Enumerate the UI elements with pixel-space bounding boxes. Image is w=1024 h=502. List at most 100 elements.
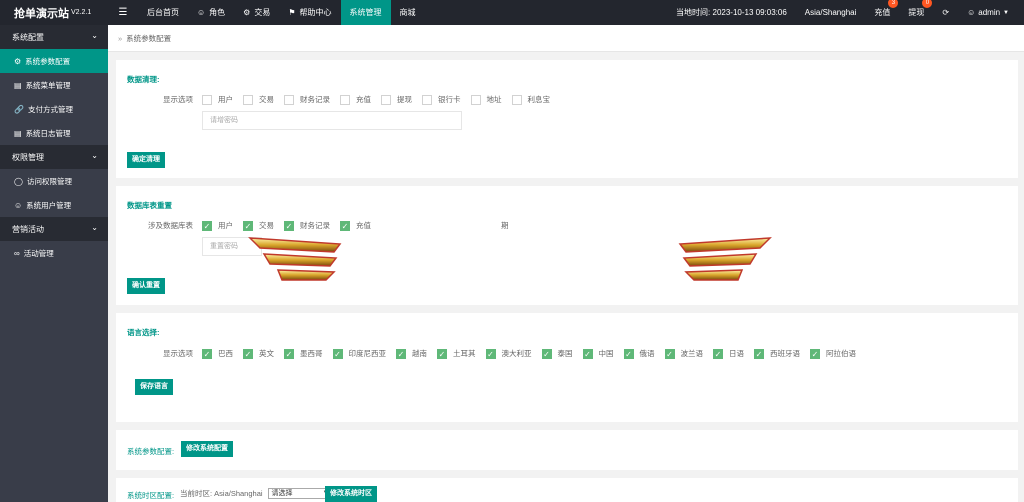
checkbox-lang-english[interactable]: ✓ 英文 (243, 348, 274, 359)
checkbox-checked: ✓ (437, 348, 447, 359)
breadcrumb-label: 系统参数配置 (126, 33, 172, 43)
checkbox-checked: ✓ (396, 348, 406, 359)
checkbox-label: 土耳其 (453, 349, 476, 358)
save-language-button[interactable]: 保存语言 (135, 379, 173, 395)
checkbox-withdraw[interactable]: 提现 (381, 94, 412, 105)
link-icon: 🔗 (14, 104, 24, 114)
nav-transaction[interactable]: ⚙ 交易 (234, 0, 279, 25)
breadcrumb: » 系统参数配置 (108, 25, 1024, 52)
nav-role[interactable]: ☺ 角色 (188, 0, 234, 25)
user-icon: ☺ (197, 8, 206, 17)
checkbox-lang-turkey[interactable]: ✓ 土耳其 (437, 348, 476, 359)
gear-icon: ⚙ (14, 56, 22, 66)
confirm-clear-button[interactable]: 确定清理 (127, 152, 165, 168)
recharge-link[interactable]: 充值 3 (874, 0, 899, 18)
transaction-icon: ⚙ (243, 8, 251, 17)
field-label: 显示选项 (163, 349, 193, 358)
checkbox-address[interactable]: 地址 (470, 94, 502, 105)
nav-home[interactable]: 后台首页 (138, 0, 188, 25)
sidebar-item-label: 系统用户管理 (26, 200, 72, 210)
checkbox-trade[interactable]: 交易 (243, 94, 274, 105)
checkbox-finance[interactable]: 财务记录 (284, 94, 330, 105)
checkbox-lang-china[interactable]: ✓ 中国 (582, 348, 614, 359)
checkbox-user[interactable]: ✓ 用户 (202, 220, 233, 231)
breadcrumb-icon: » (118, 33, 123, 43)
checkbox-trade[interactable]: ✓ 交易 (243, 220, 274, 231)
nav-label: 商城 (399, 8, 416, 17)
checkbox-interest[interactable]: 利息宝 (511, 94, 551, 105)
checkbox-checked: ✓ (485, 348, 496, 359)
checkbox-lang-japanese[interactable]: ✓ 日语 (713, 348, 744, 359)
panel-title: 数据库表重置 (127, 201, 172, 210)
checkbox-label: 澳大利亚 (501, 349, 532, 358)
checkbox-recharge[interactable]: 充值 (340, 94, 371, 105)
checkbox-label: 波兰语 (680, 349, 704, 358)
sidebar-item-activity[interactable]: ∞ 活动管理 (0, 241, 108, 265)
checkbox-checked: ✓ (332, 348, 343, 359)
checkbox-lang-australia[interactable]: ✓ 澳大利亚 (485, 348, 532, 359)
withdraw-badge: 0 (922, 0, 933, 8)
top-right: 当地时间: 2023-10-13 09:03:06 Asia/Shanghai … (667, 0, 1024, 25)
nav-help[interactable]: ⚑ 帮助中心 (279, 0, 340, 25)
sidebar-item-params[interactable]: ⚙ 系统参数配置 (0, 49, 108, 73)
sidebar: 系统配置 ⌄ ⚙ 系统参数配置 ▤ 系统菜单管理 🔗 支付方式管理 ▤ 系统日志管理 权限… (0, 25, 108, 502)
checkbox-bankcard[interactable]: 银行卡 (422, 94, 461, 105)
checkbox-lang-polish[interactable]: ✓ 波兰语 (664, 348, 704, 359)
checkbox-lang-thailand[interactable]: ✓ 泰国 (541, 348, 573, 359)
checkbox-lang-russian[interactable]: ✓ 俄语 (623, 348, 655, 359)
checkbox-lang-spanish[interactable]: ✓ 西班牙语 (754, 348, 800, 359)
checkbox-checked: ✓ (243, 348, 253, 359)
user-icon: ☺ (967, 8, 976, 17)
sidebar-item-log[interactable]: ▤ 系统日志管理 (0, 121, 108, 145)
user-menu[interactable]: ☺ admin ▼ (967, 8, 1009, 17)
checkbox-lang-arabic[interactable]: ✓ 阿拉伯语 (810, 348, 856, 359)
nav-label: 帮助中心 (299, 8, 332, 17)
withdraw-label: 提现 (908, 8, 925, 17)
checkbox-label: 交易 (259, 221, 274, 230)
sidebar-group-permission[interactable]: 权限管理 ⌄ (0, 145, 108, 169)
checkbox-checked: ✓ (243, 220, 253, 231)
checkbox-recharge[interactable]: ✓ 充值 (340, 220, 371, 231)
sidebar-item-menu[interactable]: ▤ 系统菜单管理 (0, 73, 108, 97)
clear-password-input[interactable]: 请增密码 (202, 111, 462, 130)
select-value: 请选择 (271, 490, 293, 497)
checkbox-lang-vietnam[interactable]: ✓ 越南 (396, 348, 427, 359)
reset-password-input[interactable]: 重置密码 (202, 237, 262, 256)
withdraw-link[interactable]: 提现 0 (908, 0, 933, 18)
timezone-select[interactable]: 请选择▼ (267, 488, 332, 499)
checkbox-lang-brazil[interactable]: ✓ 巴西 (202, 348, 233, 359)
checkbox-user[interactable]: 用户 (202, 94, 233, 105)
menu-toggle-icon[interactable]: ☰ (108, 7, 138, 18)
edit-system-config-button[interactable]: 修改系统配置 (181, 441, 233, 457)
checkbox-label: 利息宝 (527, 95, 551, 104)
checkbox-lang-indonesia[interactable]: ✓ 印度尼西亚 (332, 348, 386, 359)
edit-timezone-button[interactable]: 修改系统时区 (325, 486, 377, 502)
checkbox-label: 中国 (598, 349, 614, 358)
checkbox-label: 日语 (729, 349, 744, 358)
checkbox-checked: ✓ (284, 348, 294, 359)
recharge-label: 充值 (874, 8, 891, 17)
checkbox-finance[interactable]: ✓ 财务记录 (284, 220, 330, 231)
sidebar-group-system[interactable]: 系统配置 ⌄ (0, 25, 108, 49)
sidebar-item-users[interactable]: ☺ 系统用户管理 (0, 193, 108, 217)
nav-mall[interactable]: 商城 (391, 0, 425, 25)
panel-title: 系统时区配置: (127, 491, 175, 500)
brand[interactable]: 抢单演示站 V2.2.1 (0, 0, 108, 25)
checkbox-checked: ✓ (202, 348, 212, 359)
checkbox-more[interactable]: 期 (501, 220, 509, 231)
checkbox-label: 充值 (356, 95, 371, 104)
confirm-reset-button[interactable]: 确认重置 (127, 278, 165, 294)
checkbox-label: 财务记录 (300, 221, 330, 230)
sidebar-item-access[interactable]: ◯ 访问权限管理 (0, 169, 108, 193)
shield-icon: ◯ (14, 176, 23, 186)
sidebar-group-marketing[interactable]: 营销活动 ⌄ (0, 217, 108, 241)
checkbox-label: 银行卡 (438, 95, 461, 104)
top-bar: 抢单演示站 V2.2.1 ☰ 后台首页 ☺ 角色 ⚙ 交易 ⚑ 帮助中心 系统管理 商城… (0, 0, 1024, 25)
nav-system[interactable]: 系统管理 (340, 0, 391, 25)
sidebar-item-label: 活动管理 (23, 248, 54, 258)
nav-label: 后台首页 (147, 8, 179, 17)
sidebar-item-payment[interactable]: 🔗 支付方式管理 (0, 97, 108, 121)
sidebar-item-label: 系统菜单管理 (25, 80, 71, 90)
refresh-icon[interactable]: ⟳ (942, 8, 949, 17)
checkbox-lang-mexico[interactable]: ✓ 墨西哥 (284, 348, 323, 359)
